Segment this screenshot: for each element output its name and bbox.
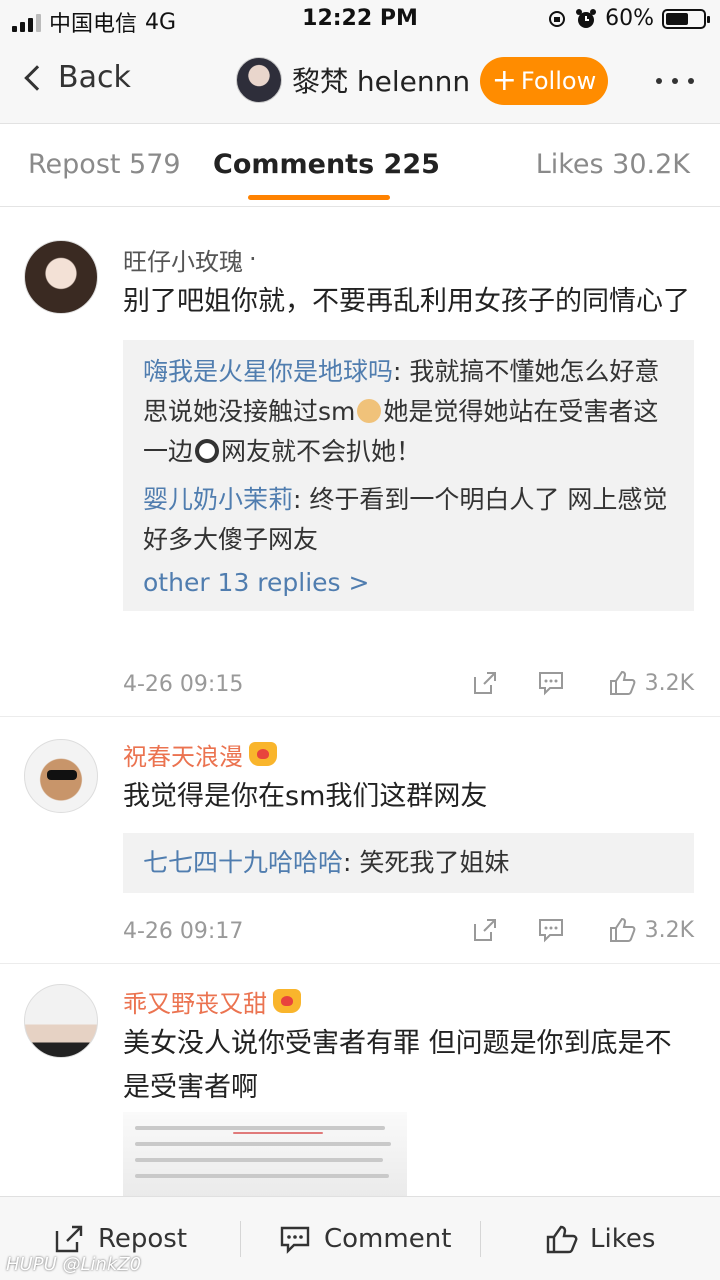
panda-emoji-icon	[195, 439, 220, 463]
repost-icon	[55, 1225, 83, 1253]
reply-username[interactable]: 七七四十九哈哈哈	[143, 848, 343, 877]
nav-username[interactable]: 黎梵 helennn	[292, 60, 470, 100]
reply-item: 嗨我是火星你是地球吗: 我就搞不懂她怎么好意思说她没接触过sm 她是觉得她站在受害…	[143, 352, 674, 472]
comment-body: 乖又野丧又甜 美女没人说你受害者有罪 但问题是你到底是不是受害者啊	[123, 984, 694, 1110]
tab-active-indicator	[248, 195, 390, 200]
reply-username[interactable]: 婴儿奶小茉莉	[143, 485, 293, 514]
tab-likes[interactable]: Likes 30.2K	[536, 149, 690, 180]
reply-item: 婴儿奶小茉莉: 终于看到一个明白人了 网上感觉好多大傻子网友	[143, 480, 674, 560]
comment-icon[interactable]	[536, 668, 566, 698]
avatar[interactable]	[24, 240, 98, 314]
battery-percent: 60%	[605, 6, 654, 31]
plus-icon: +	[491, 63, 517, 98]
tab-comments[interactable]: Comments 225	[213, 149, 440, 180]
username-suffix: ·	[249, 245, 257, 273]
vip-crown-icon	[249, 742, 277, 766]
status-bar: 中国电信 4G 12:22 PM 60%	[0, 0, 720, 40]
comment-footer: 4-26 09:17 3.2K	[123, 913, 694, 953]
watermark: HUPU @LinkZ0	[6, 1254, 142, 1275]
comment-icon[interactable]	[536, 915, 566, 945]
thumbs-up-icon	[609, 917, 635, 942]
back-label: Back	[58, 60, 131, 95]
share-icon[interactable]	[470, 915, 500, 945]
comment-username[interactable]: 祝春天浪漫	[123, 737, 694, 771]
back-button[interactable]: Back	[22, 60, 131, 95]
alarm-icon	[576, 8, 597, 28]
comment-button[interactable]: Comment	[278, 1197, 451, 1280]
comment-username-text[interactable]: 乖又野丧又甜	[123, 984, 267, 1019]
repost-label: Repost	[98, 1224, 188, 1254]
reply-box[interactable]: 七七四十九哈哈哈: 笑死我了姐妹	[123, 833, 694, 893]
battery-icon	[662, 8, 710, 29]
divider	[480, 1221, 481, 1257]
comment-username[interactable]: 旺仔小玫瑰 ·	[123, 242, 694, 276]
share-icon[interactable]	[470, 668, 500, 698]
comment-text: 美女没人说你受害者有罪 但问题是你到底是不是受害者啊	[123, 1028, 672, 1103]
comment-text: 别了吧姐你就，不要再乱利用女孩子的同情心了	[123, 286, 690, 317]
tab-bar: Repost 579 Comments 225 Likes 30.2K	[0, 125, 720, 207]
like-count: 3.2K	[644, 670, 694, 696]
reply-username[interactable]: 嗨我是火星你是地球吗	[143, 357, 393, 386]
reply-item: 七七四十九哈哈哈: 笑死我了姐妹	[143, 843, 674, 883]
reply-text: 网友就不会扒她！	[221, 437, 422, 466]
avatar[interactable]	[236, 57, 282, 103]
comment-icon	[280, 1226, 310, 1254]
comment-item: 祝春天浪漫 我觉得是你在sm我们这群网友 七七四十九哈哈哈: 笑死我了姐妹 4-…	[0, 717, 720, 964]
comment-username[interactable]: 乖又野丧又甜	[123, 984, 694, 1018]
like-button[interactable]: 3.2K	[607, 668, 694, 698]
follow-button[interactable]: + Follow	[480, 57, 608, 105]
avatar[interactable]	[24, 984, 98, 1058]
nav-bar: Back 黎梵 helennn + Follow	[0, 40, 720, 124]
comment-body: 祝春天浪漫 我觉得是你在sm我们这群网友 七七四十九哈哈哈: 笑死我了姐妹	[123, 737, 694, 893]
comment-body: 旺仔小玫瑰 · 别了吧姐你就，不要再乱利用女孩子的同情心了 嗨我是火星你是地球吗…	[123, 242, 694, 611]
comment-label: Comment	[324, 1224, 452, 1254]
battery-fill	[666, 12, 688, 25]
comment-item: 旺仔小玫瑰 · 别了吧姐你就，不要再乱利用女孩子的同情心了 嗨我是火星你是地球吗…	[0, 208, 720, 717]
doge-emoji-icon	[357, 399, 382, 423]
follow-label: Follow	[520, 67, 597, 95]
nav-user[interactable]: 黎梵 helennn	[236, 57, 470, 103]
tab-repost[interactable]: Repost 579	[28, 149, 181, 180]
like-count: 3.2K	[644, 917, 694, 943]
thumbs-up-icon	[609, 670, 635, 695]
divider	[240, 1221, 241, 1257]
status-right: 60%	[547, 6, 710, 31]
comment-time: 4-26 09:17	[123, 919, 244, 944]
comment-username-text[interactable]: 祝春天浪漫	[123, 737, 243, 772]
avatar[interactable]	[24, 739, 98, 813]
comment-username-text[interactable]: 旺仔小玫瑰	[123, 242, 243, 277]
reply-box[interactable]: 嗨我是火星你是地球吗: 我就搞不懂她怎么好意思说她没接触过sm 她是觉得她站在受害…	[123, 340, 694, 611]
comment-time: 4-26 09:15	[123, 672, 244, 697]
comment-footer: 4-26 09:15 3.2K	[123, 666, 694, 706]
rotation-lock-icon	[549, 10, 566, 27]
thumbs-up-icon	[546, 1225, 578, 1254]
vip-crown-icon	[273, 989, 301, 1013]
comment-text: 我觉得是你在sm我们这群网友	[123, 781, 488, 812]
chevron-left-icon	[24, 64, 50, 91]
likes-label: Likes	[590, 1224, 656, 1254]
likes-button[interactable]: Likes	[544, 1197, 655, 1280]
more-options-icon[interactable]	[656, 78, 694, 84]
comment-image[interactable]	[123, 1112, 407, 1198]
reply-text: : 笑死我了姐妹	[343, 848, 510, 877]
more-replies-link[interactable]: other 13 replies >	[143, 568, 674, 597]
like-button[interactable]: 3.2K	[607, 915, 694, 945]
